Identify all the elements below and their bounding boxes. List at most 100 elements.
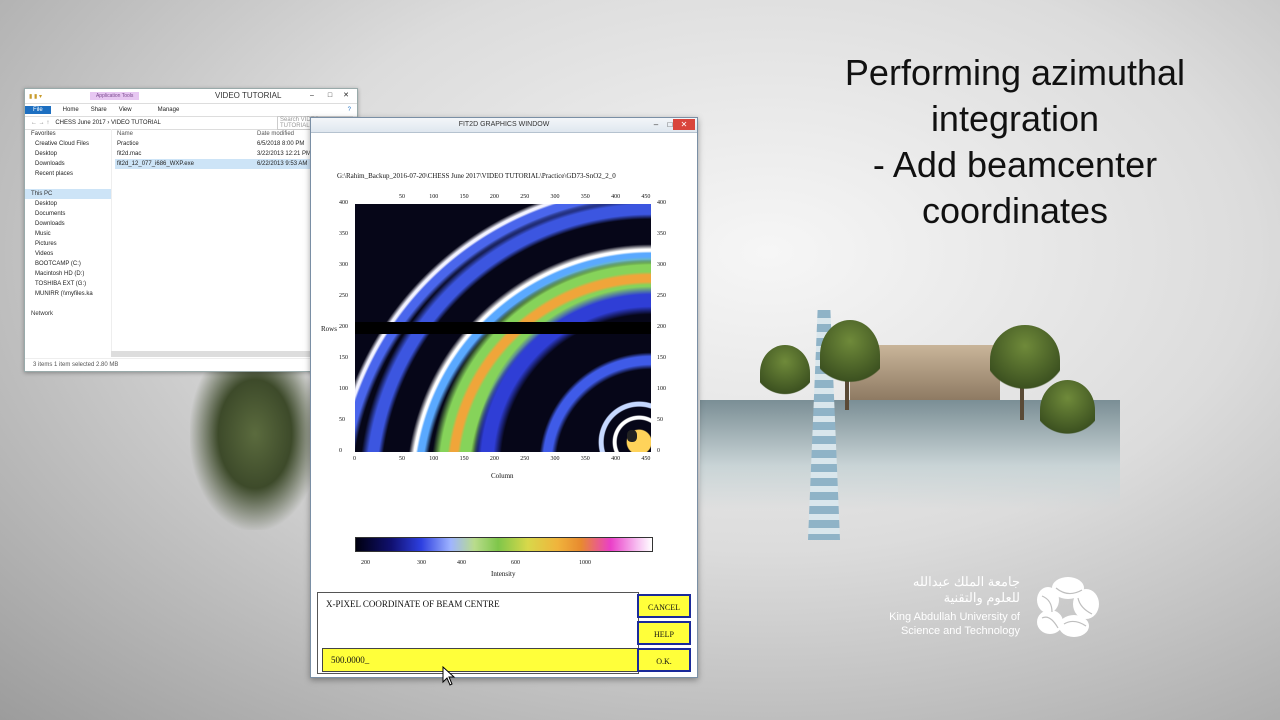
horizontal-scrollbar[interactable] — [111, 351, 311, 357]
explorer-window-title: VIDEO TUTORIAL — [215, 91, 282, 100]
nav-item[interactable]: BOOTCAMP (C:) — [25, 259, 111, 269]
nav-item[interactable]: TOSHIBA EXT (G:) — [25, 279, 111, 289]
nav-item[interactable]: Desktop — [25, 199, 111, 209]
slide-title-line-1: Performing azimuthal — [844, 52, 1186, 93]
quick-access-toolbar-icon[interactable]: ▮ ▮ ▾ — [25, 93, 46, 100]
x-tick-bottom: 350 — [580, 456, 590, 462]
y-tick-left: 100 — [339, 386, 348, 392]
fit2d-titlebar: FIT2D GRAPHICS WINDOW – □ ✕ — [311, 118, 697, 133]
mouse-cursor-icon — [442, 666, 456, 686]
explorer-titlebar: ▮ ▮ ▾ Application Tools VIDEO TUTORIAL –… — [25, 89, 357, 104]
x-tick-bottom: 450 — [641, 456, 651, 462]
ribbon-tab-manage[interactable]: Manage — [152, 107, 186, 113]
column-header-name[interactable]: Name — [115, 129, 257, 139]
y-tick-left: 0 — [339, 448, 342, 454]
nav-item[interactable]: This PC — [25, 189, 111, 199]
y-tick-left: 350 — [339, 231, 348, 237]
colorbar-tick: 200 — [361, 560, 370, 566]
slide-title: Performing azimuthal integration - Add b… — [815, 50, 1215, 234]
ok-button[interactable]: O.K. — [637, 648, 691, 672]
file-name: fit2d.mac — [117, 151, 142, 157]
close-icon[interactable]: ✕ — [339, 90, 353, 101]
file-explorer-window: ▮ ▮ ▾ Application Tools VIDEO TUTORIAL –… — [24, 88, 358, 372]
scenery-left-garden — [190, 370, 320, 530]
nav-item[interactable]: Music — [25, 229, 111, 239]
colorbar-tick: 600 — [511, 560, 520, 566]
kaust-emblem-icon — [1037, 577, 1099, 637]
ribbon-tab-file[interactable]: File — [25, 106, 51, 114]
slide-title-line-4: coordinates — [921, 190, 1109, 231]
maximize-icon[interactable]: □ — [323, 90, 337, 101]
y-tick-right: 200 — [657, 324, 666, 330]
ribbon-tab-home[interactable]: Home — [57, 107, 85, 113]
nav-item[interactable]: Recent places — [25, 169, 111, 179]
address-path[interactable]: CHESS June 2017 › VIDEO TUTORIAL — [55, 120, 161, 126]
nav-item[interactable]: Documents — [25, 209, 111, 219]
kaust-logo: جامعة الملك عبدالله للعلوم والتقنية King… — [878, 574, 1108, 644]
ribbon-tab-share[interactable]: Share — [85, 107, 113, 113]
nav-item[interactable]: Downloads — [25, 219, 111, 229]
back-forward-arrows-icon[interactable]: ← → ↑ — [31, 120, 49, 126]
prompt-label: X-PIXEL COORDINATE OF BEAM CENTRE — [326, 599, 500, 609]
beam-centre-x-input[interactable]: 500.0000_ — [322, 648, 638, 672]
intensity-colorbar — [355, 537, 653, 552]
y-tick-right: 350 — [657, 231, 666, 237]
palm-tree — [820, 320, 880, 390]
y-tick-right: 0 — [657, 448, 660, 454]
nav-item[interactable]: Network — [25, 309, 111, 319]
close-icon[interactable]: ✕ — [673, 119, 695, 130]
y-tick-left: 300 — [339, 262, 348, 268]
nav-item[interactable]: Videos — [25, 249, 111, 259]
palm-tree — [990, 325, 1060, 395]
nav-item[interactable]: Pictures — [25, 239, 111, 249]
nav-item[interactable]: Favorites — [25, 129, 111, 139]
x-tick-zero: 0 — [353, 456, 356, 462]
minimize-icon[interactable]: – — [649, 119, 663, 130]
y-tick-right: 300 — [657, 262, 666, 268]
x-tick-bottom: 50 — [399, 456, 405, 462]
diffraction-image[interactable] — [355, 204, 651, 452]
fit2d-graphics-window: FIT2D GRAPHICS WINDOW – □ ✕ G:\Rahim_Bac… — [310, 117, 698, 678]
palm-tree — [1040, 380, 1095, 440]
prompt-panel: X-PIXEL COORDINATE OF BEAM CENTRE 500.00… — [317, 592, 639, 674]
colorbar-tick: 300 — [417, 560, 426, 566]
help-icon[interactable]: ? — [348, 107, 351, 113]
nav-item[interactable]: Macintosh HD (D:) — [25, 269, 111, 279]
fit2d-window-title: FIT2D GRAPHICS WINDOW — [458, 121, 550, 128]
x-tick-top: 350 — [580, 194, 590, 200]
beamstop — [627, 430, 637, 442]
logo-arabic-text: جامعة الملك عبدالله للعلوم والتقنية — [912, 574, 1020, 605]
slide-title-line-3: - Add beamcenter — [872, 144, 1158, 185]
colorbar-label: Intensity — [491, 570, 516, 578]
x-tick-bottom: 100 — [429, 456, 439, 462]
colorbar-tick: 400 — [457, 560, 466, 566]
logo-english-text: King Abdullah University of Science and … — [889, 611, 1020, 637]
beam-centre-x-value: 500.0000_ — [331, 655, 370, 665]
palm-tree — [760, 345, 810, 400]
x-tick-bottom: 250 — [520, 456, 530, 462]
y-tick-right: 400 — [657, 200, 666, 206]
cancel-button[interactable]: CANCEL — [637, 594, 691, 618]
nav-item[interactable]: Desktop — [25, 149, 111, 159]
file-name: Practice — [117, 141, 139, 147]
help-button[interactable]: HELP — [637, 621, 691, 645]
y-tick-left: 200 — [339, 324, 348, 330]
nav-item[interactable]: Creative Cloud Files — [25, 139, 111, 149]
x-tick-top: 150 — [459, 194, 469, 200]
y-axis-label: Rows — [321, 325, 337, 333]
x-tick-top: 250 — [520, 194, 530, 200]
application-tools-label: Application Tools — [89, 92, 140, 100]
x-tick-bottom: 150 — [459, 456, 469, 462]
detector-gap — [355, 322, 651, 334]
status-bar: 3 items 1 item selected 2.80 MB — [25, 358, 357, 371]
nav-item[interactable]: MUNIRR (\\myfiles.ka — [25, 289, 111, 299]
nav-item[interactable]: Downloads — [25, 159, 111, 169]
y-tick-right: 150 — [657, 355, 666, 361]
ribbon-tab-view[interactable]: View — [113, 107, 138, 113]
minimize-icon[interactable]: – — [305, 90, 319, 101]
x-axis-label: Column — [491, 472, 514, 480]
y-tick-left: 250 — [339, 293, 348, 299]
x-tick-top: 50 — [399, 194, 405, 200]
